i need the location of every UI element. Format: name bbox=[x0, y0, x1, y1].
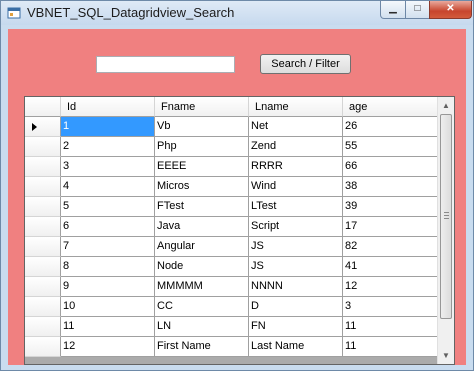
grip-line bbox=[444, 215, 449, 216]
data-grid-view[interactable]: Id Fname Lname age 1 Vb Net 26 2 Php Zend 55 3 EE… bbox=[24, 96, 455, 365]
cell-id[interactable]: 7 bbox=[61, 237, 155, 257]
cell-age[interactable]: 38 bbox=[343, 177, 438, 197]
row-header[interactable] bbox=[25, 157, 61, 177]
cell-lname[interactable]: FN bbox=[249, 317, 343, 337]
row-header[interactable] bbox=[25, 177, 61, 197]
search-filter-button[interactable]: Search / Filter bbox=[260, 54, 351, 74]
row-header[interactable] bbox=[25, 137, 61, 157]
cell-lname[interactable]: RRRR bbox=[249, 157, 343, 177]
cell-fname[interactable]: MMMMM bbox=[155, 277, 249, 297]
cell-lname[interactable]: NNNN bbox=[249, 277, 343, 297]
minimize-button[interactable]: ▁ bbox=[380, 1, 406, 19]
cell-fname[interactable]: Micros bbox=[155, 177, 249, 197]
row-header[interactable] bbox=[25, 337, 61, 357]
cell-fname[interactable]: Node bbox=[155, 257, 249, 277]
cell-id[interactable]: 8 bbox=[61, 257, 155, 277]
row-header[interactable] bbox=[25, 317, 61, 337]
cell-age[interactable]: 39 bbox=[343, 197, 438, 217]
cell-age[interactable]: 55 bbox=[343, 137, 438, 157]
cell-age[interactable]: 12 bbox=[343, 277, 438, 297]
table-row[interactable]: 8 Node JS 41 bbox=[25, 257, 438, 277]
cell-lname[interactable]: Script bbox=[249, 217, 343, 237]
cell-lname[interactable]: Net bbox=[249, 117, 343, 137]
cell-fname[interactable]: FTest bbox=[155, 197, 249, 217]
cell-age[interactable]: 26 bbox=[343, 117, 438, 137]
cell-age[interactable]: 17 bbox=[343, 217, 438, 237]
column-header-fname[interactable]: Fname bbox=[155, 97, 249, 117]
grid-header-row: Id Fname Lname age bbox=[25, 97, 438, 117]
app-window: VBNET_SQL_Datagridview_Search ▁ □ ✕ Sear… bbox=[0, 0, 474, 371]
cell-fname[interactable]: Php bbox=[155, 137, 249, 157]
cell-lname[interactable]: D bbox=[249, 297, 343, 317]
cell-lname[interactable]: Wind bbox=[249, 177, 343, 197]
close-button[interactable]: ✕ bbox=[429, 1, 472, 19]
cell-fname[interactable]: LN bbox=[155, 317, 249, 337]
scroll-down-arrow-icon[interactable]: ▼ bbox=[438, 347, 454, 364]
cell-fname[interactable]: CC bbox=[155, 297, 249, 317]
cell-id[interactable]: 6 bbox=[61, 217, 155, 237]
grid-corner-header[interactable] bbox=[25, 97, 61, 117]
table-row[interactable]: 12 First Name Last Name 11 bbox=[25, 337, 438, 357]
column-header-lname[interactable]: Lname bbox=[249, 97, 343, 117]
row-header[interactable] bbox=[25, 297, 61, 317]
cell-fname[interactable]: EEEE bbox=[155, 157, 249, 177]
cell-id[interactable]: 12 bbox=[61, 337, 155, 357]
cell-lname[interactable]: Zend bbox=[249, 137, 343, 157]
table-row[interactable]: 10 CC D 3 bbox=[25, 297, 438, 317]
cell-fname[interactable]: Angular bbox=[155, 237, 249, 257]
vertical-scrollbar[interactable]: ▲ ▼ bbox=[437, 97, 454, 364]
scroll-up-arrow-icon[interactable]: ▲ bbox=[438, 97, 454, 114]
scrollbar-thumb[interactable] bbox=[440, 114, 452, 319]
cell-fname[interactable]: First Name bbox=[155, 337, 249, 357]
row-header[interactable] bbox=[25, 257, 61, 277]
title-bar[interactable]: VBNET_SQL_Datagridview_Search ▁ □ ✕ bbox=[1, 1, 473, 25]
row-header[interactable] bbox=[25, 237, 61, 257]
table-row[interactable]: 5 FTest LTest 39 bbox=[25, 197, 438, 217]
table-row[interactable]: 11 LN FN 11 bbox=[25, 317, 438, 337]
cell-id[interactable]: 9 bbox=[61, 277, 155, 297]
cell-lname[interactable]: LTest bbox=[249, 197, 343, 217]
cell-age[interactable]: 11 bbox=[343, 337, 438, 357]
row-header[interactable] bbox=[25, 197, 61, 217]
table-row[interactable]: 9 MMMMM NNNN 12 bbox=[25, 277, 438, 297]
table-row[interactable]: 2 Php Zend 55 bbox=[25, 137, 438, 157]
grip-line bbox=[444, 212, 449, 213]
cell-id[interactable]: 1 bbox=[61, 117, 155, 137]
form-client-area: Search / Filter Id Fname Lname age 1 Vb Ne… bbox=[8, 29, 466, 365]
cell-lname[interactable]: JS bbox=[249, 237, 343, 257]
column-header-id[interactable]: Id bbox=[61, 97, 155, 117]
cell-fname[interactable]: Vb bbox=[155, 117, 249, 137]
maximize-button[interactable]: □ bbox=[405, 1, 430, 19]
right-triangle-icon bbox=[32, 123, 37, 131]
cell-age[interactable]: 3 bbox=[343, 297, 438, 317]
search-input[interactable] bbox=[96, 56, 235, 73]
cell-id[interactable]: 2 bbox=[61, 137, 155, 157]
cell-age[interactable]: 41 bbox=[343, 257, 438, 277]
window-title: VBNET_SQL_Datagridview_Search bbox=[27, 5, 235, 20]
cell-lname[interactable]: Last Name bbox=[249, 337, 343, 357]
cell-age[interactable]: 11 bbox=[343, 317, 438, 337]
cell-id[interactable]: 5 bbox=[61, 197, 155, 217]
row-header[interactable] bbox=[25, 277, 61, 297]
table-row[interactable]: 6 Java Script 17 bbox=[25, 217, 438, 237]
cell-fname[interactable]: Java bbox=[155, 217, 249, 237]
row-header[interactable] bbox=[25, 117, 61, 137]
cell-age[interactable]: 82 bbox=[343, 237, 438, 257]
cell-id[interactable]: 10 bbox=[61, 297, 155, 317]
form-app-icon bbox=[7, 7, 21, 19]
column-header-age[interactable]: age bbox=[343, 97, 438, 117]
row-header[interactable] bbox=[25, 217, 61, 237]
cell-id[interactable]: 3 bbox=[61, 157, 155, 177]
table-row[interactable]: 1 Vb Net 26 bbox=[25, 117, 438, 137]
table-row[interactable]: 3 EEEE RRRR 66 bbox=[25, 157, 438, 177]
cell-lname[interactable]: JS bbox=[249, 257, 343, 277]
grip-line bbox=[444, 218, 449, 219]
table-row[interactable]: 7 Angular JS 82 bbox=[25, 237, 438, 257]
table-row[interactable]: 4 Micros Wind 38 bbox=[25, 177, 438, 197]
cell-id[interactable]: 11 bbox=[61, 317, 155, 337]
cell-age[interactable]: 66 bbox=[343, 157, 438, 177]
cell-id[interactable]: 4 bbox=[61, 177, 155, 197]
